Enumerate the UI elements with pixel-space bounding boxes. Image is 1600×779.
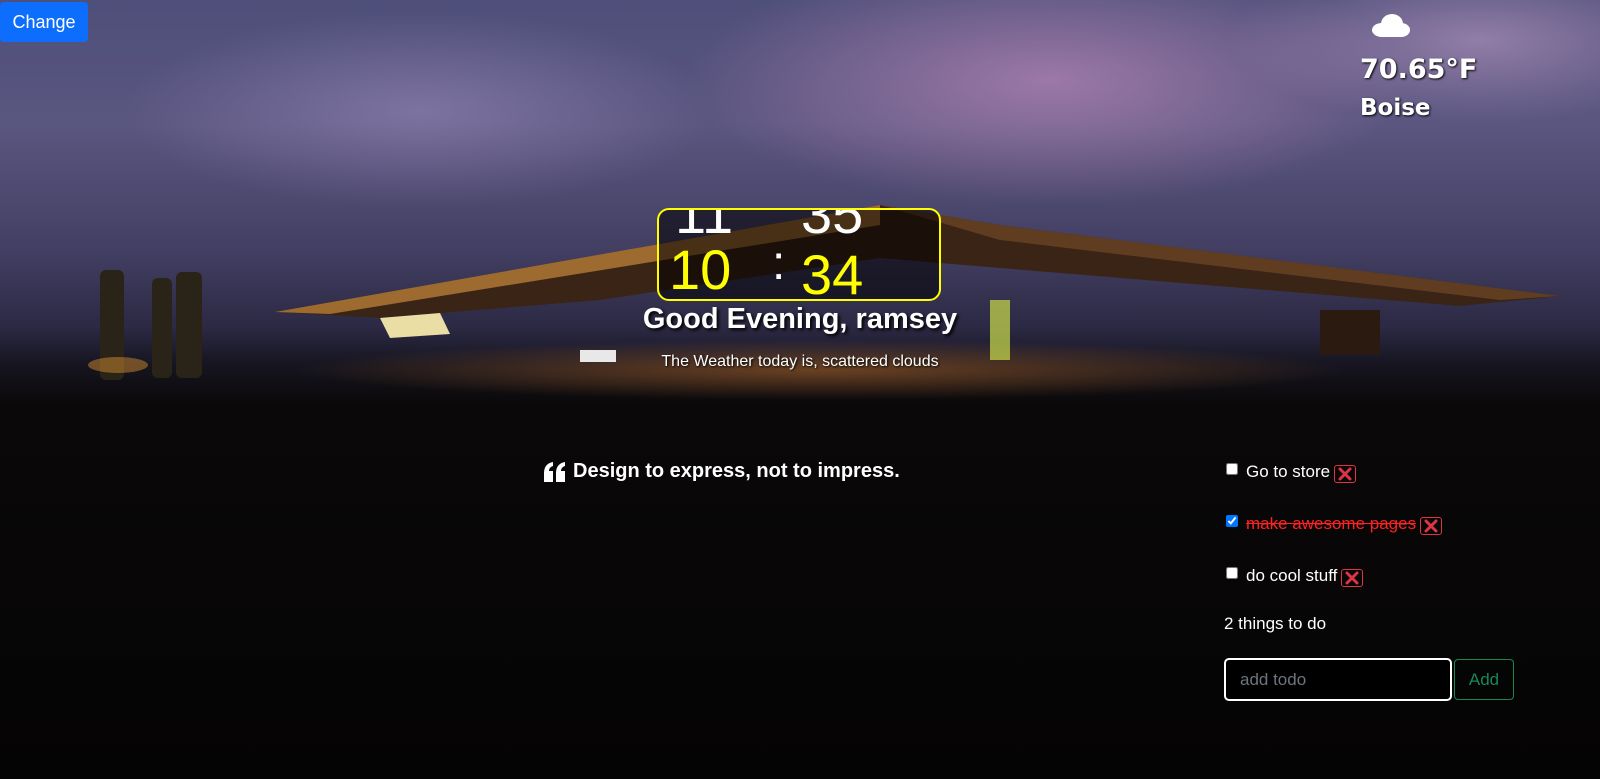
clock-hour: 10	[669, 238, 732, 301]
cloud-icon	[1372, 14, 1410, 37]
todo-item: do cool stuff	[1224, 564, 1442, 588]
quote-left-icon	[544, 461, 565, 482]
todo-label: Go to store	[1246, 462, 1331, 481]
delete-todo-button[interactable]	[1341, 569, 1364, 587]
greeting: Good Evening, ramsey	[642, 303, 958, 335]
background-photo: Change 70.65°F Boise 11 35 10 : 34 Good …	[0, 0, 1600, 779]
delete-todo-button[interactable]	[1334, 465, 1357, 483]
todo-item: Go to store	[1224, 460, 1442, 484]
add-todo-form: Add	[1224, 658, 1524, 701]
delete-todo-button[interactable]	[1420, 517, 1443, 535]
clock-previous-minute: 35	[801, 208, 864, 245]
todo-list: Go to store make awesome pages do cool s…	[1224, 460, 1514, 701]
weather-summary: The Weather today is, scattered clouds	[661, 353, 939, 370]
todo-checkbox[interactable]	[1226, 463, 1238, 475]
quote-text: Design to express, not to impress.	[573, 460, 900, 482]
todo-item: make awesome pages	[1224, 512, 1443, 536]
city-name: Boise	[1360, 95, 1431, 121]
close-icon	[1338, 467, 1352, 481]
close-icon	[1424, 519, 1438, 533]
clock-minute: 34	[801, 243, 864, 301]
clock-previous-hour: 11	[675, 208, 734, 245]
change-background-button[interactable]: Change	[0, 2, 88, 42]
weather-widget: 70.65°F Boise	[1360, 12, 1477, 121]
clock-separator: :	[772, 237, 786, 290]
quote: Design to express, not to impress.	[543, 460, 900, 483]
flip-clock: 11 35 10 : 34	[657, 208, 941, 301]
add-todo-button[interactable]: Add	[1454, 659, 1514, 700]
todo-label: do cool stuff	[1246, 566, 1338, 585]
todo-input[interactable]	[1224, 658, 1452, 701]
todo-checkbox[interactable]	[1226, 515, 1238, 527]
temperature: 70.65°F	[1360, 54, 1478, 85]
close-icon	[1345, 571, 1359, 585]
todo-label: make awesome pages	[1246, 514, 1417, 533]
todo-count: 2 things to do	[1224, 614, 1327, 633]
todo-checkbox[interactable]	[1226, 567, 1238, 579]
